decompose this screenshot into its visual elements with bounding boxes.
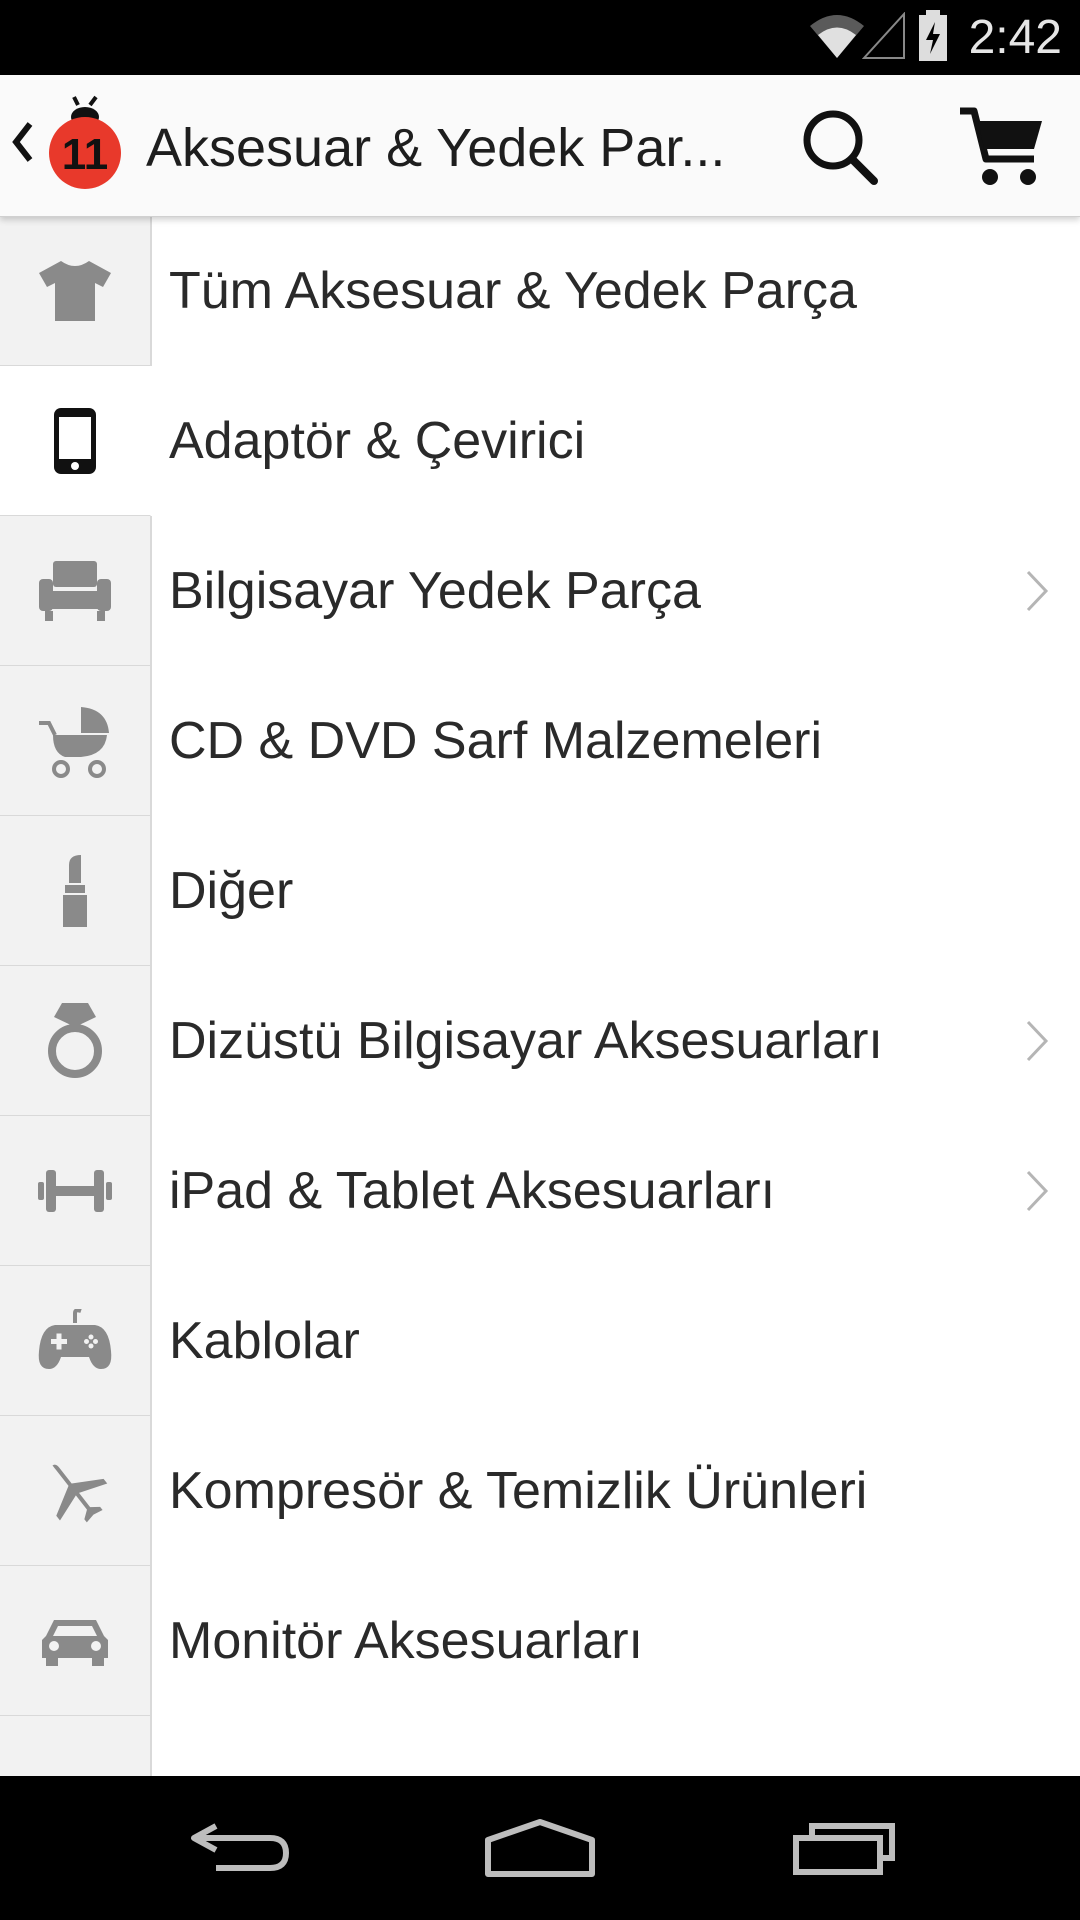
list-item[interactable]: Diğer: [0, 816, 1080, 967]
row-icon-cell: [0, 216, 152, 367]
chevron-right-icon: [1026, 1020, 1049, 1062]
list-item[interactable]: Dizüstü Bilgisayar Aksesuarları: [0, 966, 1080, 1117]
status-time: 2:42: [968, 11, 1062, 64]
list-item-label: Diğer: [169, 862, 294, 920]
back-chevron-icon[interactable]: [10, 120, 36, 164]
cart-icon: [960, 107, 1042, 185]
ladybug-11-logo[interactable]: 11: [44, 95, 126, 195]
chevron-right-icon: [1026, 1170, 1049, 1212]
list-item-label: Kompresör & Temizlik Ürünleri: [169, 1462, 868, 1520]
row-icon-cell: [0, 516, 152, 667]
list-item[interactable]: Tüm Aksesuar & Yedek Parça: [0, 216, 1080, 367]
list-item-label: Kablolar: [169, 1312, 360, 1370]
battery-charging-icon: [919, 10, 947, 61]
nav-recents-button[interactable]: [774, 1776, 914, 1920]
category-list: Tüm Aksesuar & Yedek Parça Adaptör & Çev…: [0, 216, 1080, 1776]
list-item[interactable]: CD & DVD Sarf Malzemeleri: [0, 666, 1080, 817]
list-item-label: CD & DVD Sarf Malzemeleri: [169, 712, 823, 770]
row-icon-cell: [0, 816, 152, 967]
list-item-label: Monitör Aksesuarları: [169, 1612, 643, 1670]
list-item[interactable]: iPad & Tablet Aksesuarları: [0, 1116, 1080, 1267]
car-icon: [42, 1619, 108, 1666]
list-item[interactable]: Monitör Aksesuarları: [0, 1566, 1080, 1717]
list-item[interactable]: Kablolar: [0, 1266, 1080, 1417]
svg-text:11: 11: [62, 130, 109, 179]
app-bar: 11 Aksesuar & Yedek Par...: [0, 75, 1080, 217]
stroller-icon: [39, 706, 109, 778]
cart-button[interactable]: [956, 103, 1048, 191]
ring-icon: [48, 1002, 102, 1078]
list-item[interactable]: Adaptör & Çevirici: [0, 366, 1080, 517]
list-item-label: Bilgisayar Yedek Parça: [169, 562, 701, 620]
page-title: Aksesuar & Yedek Par...: [146, 118, 726, 178]
search-button[interactable]: [798, 105, 882, 189]
list-item-label: Adaptör & Çevirici: [169, 412, 586, 470]
chevron-right-icon: [1026, 570, 1049, 612]
row-icon-cell: [0, 1266, 152, 1417]
list-item[interactable]: Kompresör & Temizlik Ürünleri: [0, 1416, 1080, 1567]
armchair-icon: [39, 560, 111, 621]
row-icon-cell: [0, 1116, 152, 1267]
list-item-label: Tüm Aksesuar & Yedek Parça: [169, 262, 857, 320]
signal-icon: [862, 12, 905, 59]
back-nav-icon: [191, 1823, 290, 1871]
row-icon-cell: [0, 1416, 152, 1567]
gamepad-icon: [38, 1308, 112, 1369]
recents-nav-icon: [793, 1823, 895, 1875]
row-icon-cell: [0, 366, 152, 517]
nav-home-button[interactable]: [470, 1776, 610, 1920]
row-icon-cell: [0, 666, 152, 817]
list-item[interactable]: Bilgisayar Yedek Parça: [0, 516, 1080, 667]
list-item-label: iPad & Tablet Aksesuarları: [169, 1162, 776, 1220]
tshirt-icon: [39, 260, 111, 321]
list-item-label: Dizüstü Bilgisayar Aksesuarları: [169, 1012, 883, 1070]
lipstick-icon: [63, 854, 87, 927]
row-icon-cell: [0, 966, 152, 1117]
status-bar: 2:42: [0, 0, 1080, 75]
dumbbell-icon: [38, 1169, 112, 1212]
list-item[interactable]: [0, 1716, 1080, 1776]
home-nav-icon: [485, 1819, 595, 1877]
phone-icon: [54, 407, 96, 474]
airplane-icon: [52, 1464, 108, 1522]
row-icon-cell: [0, 1716, 152, 1776]
row-icon-cell: [0, 1566, 152, 1717]
system-nav-bar: [0, 1776, 1080, 1920]
wifi-icon: [810, 15, 864, 58]
search-icon: [803, 110, 878, 185]
nav-back-button[interactable]: [170, 1776, 310, 1920]
